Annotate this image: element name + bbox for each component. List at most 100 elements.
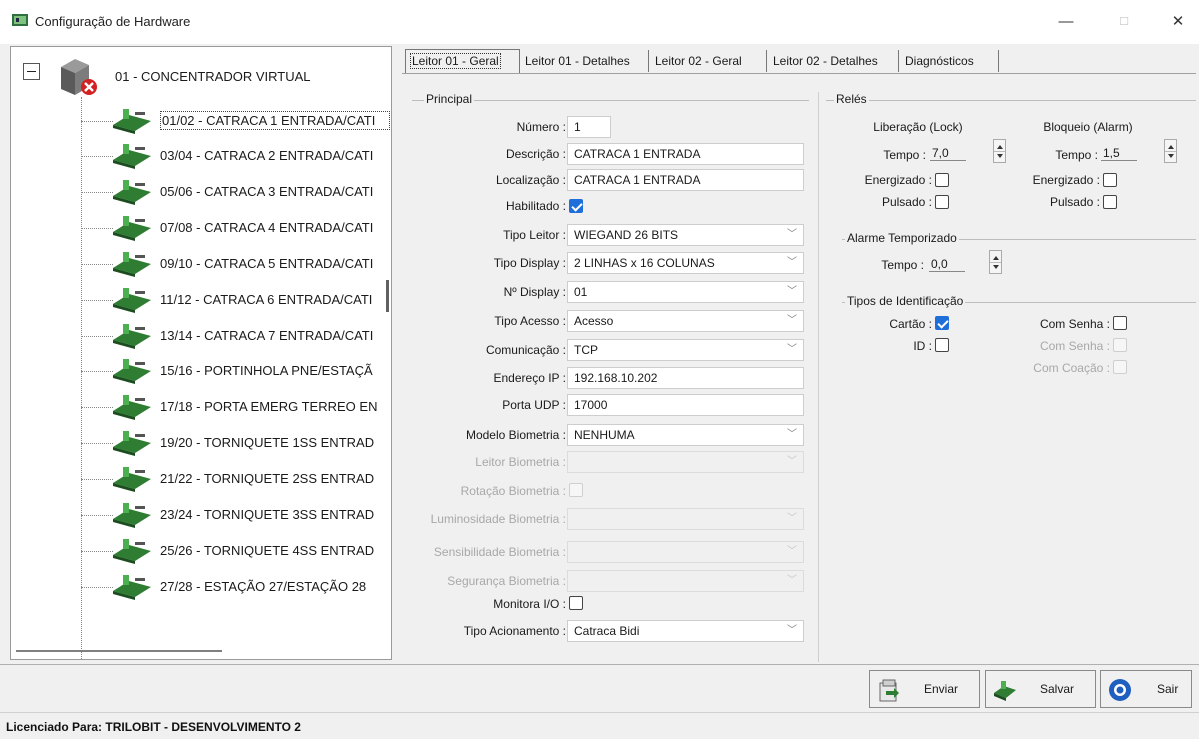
liberacao-pulsado-checkbox[interactable] [935,195,949,209]
tipo-leitor-label: Tipo Leitor : [503,228,566,242]
alarme-group-title: Alarme Temporizado [845,231,959,245]
tree-item[interactable]: 27/28 - ESTAÇÃO 27/ESTAÇÃO 28 [81,571,391,603]
salvar-button[interactable]: Salvar [985,670,1096,708]
tree-item[interactable]: 17/18 - PORTA EMERG TERREO EN [81,391,391,423]
sair-button[interactable]: Sair [1100,670,1192,708]
tab-leitor-01-detalhes[interactable]: Leitor 01 - Detalhes [521,50,649,72]
tree-item[interactable]: 15/16 - PORTINHOLA PNE/ESTAÇÃ [81,355,391,387]
tab-leitor-01-geral[interactable]: Leitor 01 - Geral [405,49,520,73]
bloqueio-pulsado-label: Pulsado : [1049,195,1100,209]
localizacao-input[interactable]: CATRACA 1 ENTRADA [567,169,804,191]
tree-item[interactable]: 09/10 - CATRACA 5 ENTRADA/CATI [81,248,391,280]
descricao-input[interactable]: CATRACA 1 ENTRADA [567,143,804,165]
com-senha-checkbox[interactable] [1113,316,1127,330]
cartao-label: Cartão : [889,317,932,331]
cartao-checkbox[interactable] [935,316,949,330]
hardware-tree[interactable]: 01 - CONCENTRADOR VIRTUAL 01/02 - CATRAC… [10,46,392,660]
com-coacao-checkbox[interactable] [1113,360,1127,374]
tree-item-label: 01/02 - CATRACA 1 ENTRADA/CATI [160,111,390,130]
leitor-biometria-select[interactable]: ﹀ [567,451,804,473]
tab-leitor-02-geral[interactable]: Leitor 02 - Geral [651,50,767,72]
tree-item-label: 03/04 - CATRACA 2 ENTRADA/CATI [160,148,374,163]
enviar-label: Enviar [924,682,959,696]
chevron-down-icon: ﹀ [787,456,797,467]
tree-root[interactable]: 01 - CONCENTRADOR VIRTUAL [11,53,391,97]
sensibilidade-biometria-select[interactable]: ﹀ [567,541,804,563]
tree-item[interactable]: 21/22 - TORNIQUETE 2SS ENTRAD [81,463,391,495]
tree-item-label: 07/08 - CATRACA 4 ENTRADA/CATI [160,220,374,235]
liberacao-energizado-checkbox[interactable] [935,173,949,187]
monitora-io-label: Monitora I/O : [493,597,566,611]
luminosidade-biometria-select[interactable]: ﹀ [567,508,804,530]
tipo-acionamento-select[interactable]: Catraca Bidi ﹀ [567,620,804,642]
tree-item-label: 09/10 - CATRACA 5 ENTRADA/CATI [160,256,374,271]
id-checkbox[interactable] [935,338,949,352]
liberacao-energizado-label: Energizado : [864,173,932,187]
porta-udp-input[interactable]: 17000 [567,394,804,416]
liberacao-tempo-spinner[interactable] [993,139,1006,163]
bloqueio-tempo-value[interactable]: 1,5 [1101,146,1137,161]
tipo-acesso-select[interactable]: Acesso ﹀ [567,310,804,332]
endereco-ip-label: Endereço IP : [493,371,567,385]
alarme-tempo-value[interactable]: 0,0 [929,257,965,272]
chevron-down-icon: ﹀ [787,344,797,355]
tree-item[interactable]: 13/14 - CATRACA 7 ENTRADA/CATI [81,320,391,352]
bloqueio-tempo-spinner[interactable] [1164,139,1177,163]
tree-item[interactable]: 07/08 - CATRACA 4 ENTRADA/CATI [81,212,391,244]
tipo-display-select[interactable]: 2 LINHAS x 16 COLUNAS ﹀ [567,252,804,274]
endereco-ip-input[interactable]: 192.168.10.202 [567,367,804,389]
turnstile-icon [113,395,151,420]
n-display-select[interactable]: 01 ﹀ [567,281,804,303]
id-com-senha-checkbox[interactable] [1113,338,1127,352]
chevron-down-icon: ﹀ [787,229,797,240]
tree-item[interactable]: 05/06 - CATRACA 3 ENTRADA/CATI [81,176,391,208]
tree-item[interactable]: 03/04 - CATRACA 2 ENTRADA/CATI [81,140,391,172]
tree-item[interactable]: 23/24 - TORNIQUETE 3SS ENTRAD [81,499,391,531]
collapse-icon[interactable] [23,63,40,80]
tree-item[interactable]: 25/26 - TORNIQUETE 4SS ENTRAD [81,535,391,567]
turnstile-icon [113,252,151,277]
modelo-biometria-select[interactable]: NENHUMA ﹀ [567,424,804,446]
tree-horizontal-scrollbar[interactable] [16,650,222,652]
sair-label: Sair [1157,682,1179,696]
chevron-down-icon: ﹀ [787,315,797,326]
chevron-down-icon: ﹀ [787,429,797,440]
tree-scrollbar[interactable] [386,280,389,312]
alarme-tempo-label: Tempo : [881,258,924,272]
bloqueio-tempo-label: Tempo : [1055,148,1098,162]
numero-input[interactable]: 1 [567,116,611,138]
tab-diagnosticos[interactable]: Diagnósticos [901,50,999,72]
id-label: ID : [913,339,932,353]
tree-item[interactable]: 19/20 - TORNIQUETE 1SS ENTRAD [81,427,391,459]
tree-item[interactable]: 11/12 - CATRACA 6 ENTRADA/CATI [81,284,391,316]
status-separator [0,712,1199,713]
tipo-acesso-label: Tipo Acesso : [494,314,566,328]
habilitado-checkbox[interactable] [569,199,583,213]
enviar-button[interactable]: Enviar [869,670,980,708]
localizacao-label: Localização : [495,173,566,187]
turnstile-icon [113,467,151,492]
comunicacao-select[interactable]: TCP ﹀ [567,339,804,361]
alarme-tempo-spinner[interactable] [989,250,1002,274]
turnstile-icon [113,144,151,169]
tab-leitor-02-detalhes[interactable]: Leitor 02 - Detalhes [769,50,899,72]
bloqueio-pulsado-checkbox[interactable] [1103,195,1117,209]
numero-label: Número : [516,120,566,134]
bloqueio-energizado-label: Energizado : [1032,173,1100,187]
tipo-display-label: Tipo Display : [493,256,566,270]
tree-item[interactable]: 01/02 - CATRACA 1 ENTRADA/CATI [81,105,391,137]
rotacao-biometria-checkbox[interactable] [569,483,583,497]
porta-udp-label: Porta UDP : [502,398,566,412]
close-button[interactable]: ✕ [1164,10,1192,34]
minimize-button[interactable]: — [1052,10,1080,34]
liberacao-tempo-value[interactable]: 7,0 [930,146,966,161]
tree-item-label: 25/26 - TORNIQUETE 4SS ENTRAD [160,543,375,558]
tipo-leitor-select[interactable]: WIEGAND 26 BITS ﹀ [567,224,804,246]
tree-item-label: 11/12 - CATRACA 6 ENTRADA/CATI [160,292,373,307]
habilitado-label: Habilitado : [505,199,566,213]
monitora-io-checkbox[interactable] [569,596,583,610]
maximize-button[interactable]: ☐ [1110,10,1138,34]
chevron-down-icon: ﹀ [787,286,797,297]
bloqueio-energizado-checkbox[interactable] [1103,173,1117,187]
seguranca-biometria-select[interactable]: ﹀ [567,570,804,592]
